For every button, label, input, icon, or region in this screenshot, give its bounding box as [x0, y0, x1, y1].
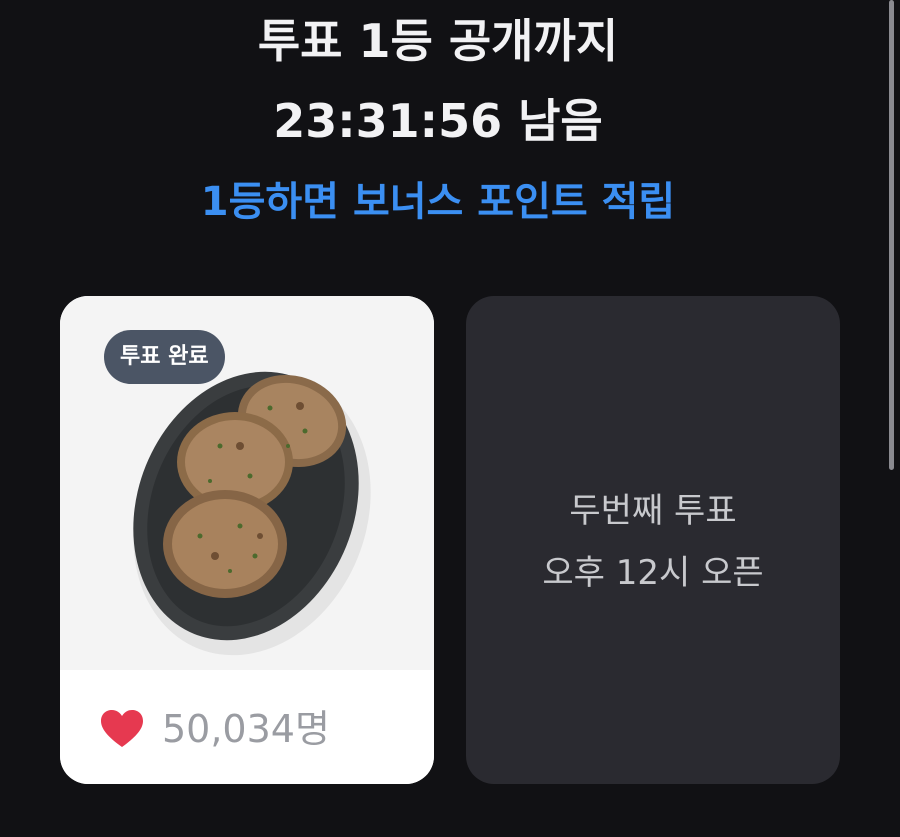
second-vote-card[interactable]: 두번째 투표 오후 12시 오픈: [466, 296, 840, 784]
scrollbar[interactable]: [889, 0, 894, 470]
heart-icon[interactable]: [100, 709, 144, 749]
countdown-timer: 23:31:56 남음: [273, 94, 603, 148]
like-count-row[interactable]: 50,034명: [100, 696, 330, 762]
vote-complete-badge: 투표 완료: [104, 330, 225, 384]
bonus-notice: 1등하면 보너스 포인트 적립: [200, 179, 676, 225]
food-image: 투표 완료: [60, 296, 434, 670]
countdown-title: 투표 1등 공개까지: [257, 14, 619, 68]
second-vote-label: 두번째 투표: [569, 491, 737, 531]
page: 투표 1등 공개까지 23:31:56 남음 1등하면 보너스 포인트 적립 투…: [0, 0, 900, 837]
like-count: 50,034명: [162, 707, 330, 751]
first-vote-card[interactable]: 투표 완료 50,034명: [60, 296, 434, 784]
second-vote-open-time: 오후 12시 오픈: [542, 553, 764, 593]
